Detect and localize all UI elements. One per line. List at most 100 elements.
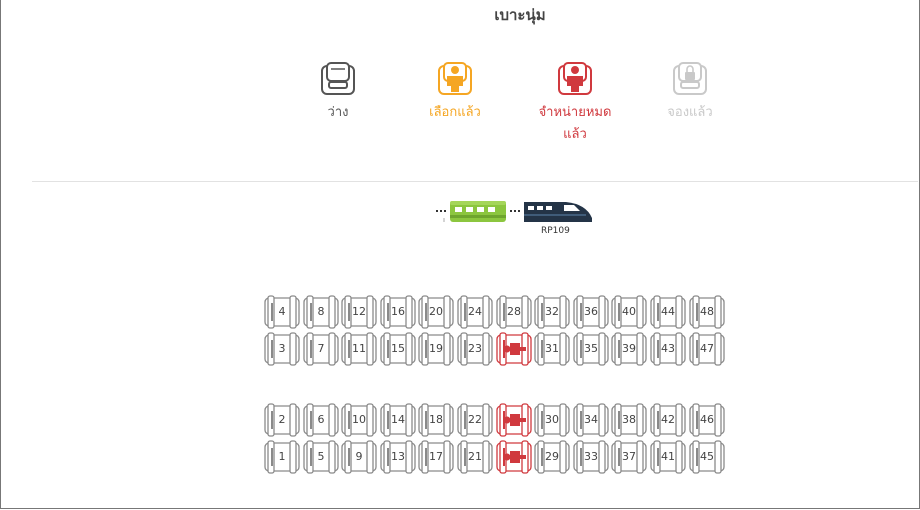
seat-number: 32 xyxy=(545,305,559,318)
seat-sold: 25 xyxy=(496,440,532,474)
seat-number: 20 xyxy=(429,305,443,318)
seat-number: 45 xyxy=(700,450,714,463)
seat-available[interactable]: 7 xyxy=(303,332,339,366)
seat-available[interactable]: 43 xyxy=(650,332,686,366)
legend-item-available: ว่าง xyxy=(298,60,378,124)
seat-available[interactable]: 9 xyxy=(341,440,377,474)
seat-number: 14 xyxy=(391,413,405,426)
seat-available[interactable]: 39 xyxy=(611,332,647,366)
seat-number: 31 xyxy=(545,342,559,355)
seat-available[interactable]: 32 xyxy=(534,295,570,329)
seat-number: 10 xyxy=(352,413,366,426)
seat-number: 43 xyxy=(661,342,675,355)
seat-available[interactable]: 19 xyxy=(418,332,454,366)
seat-available[interactable]: 21 xyxy=(457,440,493,474)
seat-available[interactable]: 36 xyxy=(573,295,609,329)
seat-available[interactable]: 30 xyxy=(534,403,570,437)
seat-selected-icon xyxy=(438,62,472,95)
seat-number: 17 xyxy=(429,450,443,463)
seat-number: 22 xyxy=(468,413,482,426)
seat-available[interactable]: 23 xyxy=(457,332,493,366)
seat-number: 15 xyxy=(391,342,405,355)
seat-number: 40 xyxy=(622,305,636,318)
seat-sold: 26 xyxy=(496,403,532,437)
seat-available[interactable]: 22 xyxy=(457,403,493,437)
coach-title: เบาะนุ่ม xyxy=(494,6,546,24)
seat-number: 12 xyxy=(352,305,366,318)
legend-label: เลือกแล้ว xyxy=(429,105,481,120)
seat-number: 42 xyxy=(661,413,675,426)
seat-number: 2 xyxy=(278,413,286,426)
seat-available[interactable]: 20 xyxy=(418,295,454,329)
seat-available[interactable]: 46 xyxy=(689,403,725,437)
seat-available[interactable]: 2 xyxy=(264,403,300,437)
seat-number: 19 xyxy=(429,342,443,355)
train-icon xyxy=(436,201,592,222)
seat-available[interactable]: 18 xyxy=(418,403,454,437)
seat-available[interactable]: 8 xyxy=(303,295,339,329)
seat-number: 29 xyxy=(545,450,559,463)
seat-available[interactable]: 29 xyxy=(534,440,570,474)
seat-available[interactable]: 15 xyxy=(380,332,416,366)
seat-number: 30 xyxy=(545,413,559,426)
seat-number: 44 xyxy=(661,305,675,318)
train-diagram xyxy=(436,198,596,230)
legend-item-reserved: จองแล้ว xyxy=(650,60,730,124)
seat-available[interactable]: 28 xyxy=(496,295,532,329)
seat-number: 5 xyxy=(317,450,325,463)
seat-available[interactable]: 37 xyxy=(611,440,647,474)
seat-reserved-lock-icon xyxy=(673,62,707,95)
seat-available[interactable]: 11 xyxy=(341,332,377,366)
seat-available[interactable]: 6 xyxy=(303,403,339,437)
seat-number: 8 xyxy=(317,305,325,318)
seat-available-icon xyxy=(321,62,355,95)
seat-sold-icon xyxy=(558,62,592,95)
seat-number: 13 xyxy=(391,450,405,463)
legend-item-sold: จำหน่ายหมดแล้ว xyxy=(530,60,620,146)
seat-available[interactable]: 24 xyxy=(457,295,493,329)
seat-number: 38 xyxy=(622,413,636,426)
seat-available[interactable]: 17 xyxy=(418,440,454,474)
seat-available[interactable]: 33 xyxy=(573,440,609,474)
seat-available[interactable]: 31 xyxy=(534,332,570,366)
seat-available[interactable]: 5 xyxy=(303,440,339,474)
seat-available[interactable]: 38 xyxy=(611,403,647,437)
seat-number: 41 xyxy=(661,450,675,463)
seat-sold-icon xyxy=(496,440,532,474)
seat-available[interactable]: 16 xyxy=(380,295,416,329)
seat-number: 36 xyxy=(584,305,598,318)
seat-available[interactable]: 35 xyxy=(573,332,609,366)
locomotive-icon xyxy=(524,202,592,222)
seat-available[interactable]: 42 xyxy=(650,403,686,437)
seat-sold-icon xyxy=(496,332,532,366)
legend-label: ว่าง xyxy=(327,105,349,120)
seat-available[interactable]: 12 xyxy=(341,295,377,329)
seat-number: 24 xyxy=(468,305,482,318)
seat-available[interactable]: 48 xyxy=(689,295,725,329)
seat-sold-icon xyxy=(496,403,532,437)
seat-number: 28 xyxy=(507,305,521,318)
legend-label: จำหน่ายหมดแล้ว xyxy=(538,105,612,142)
seat-available[interactable]: 3 xyxy=(264,332,300,366)
seat-available[interactable]: 45 xyxy=(689,440,725,474)
seat-number: 21 xyxy=(468,450,482,463)
seat-available[interactable]: 13 xyxy=(380,440,416,474)
seat-available[interactable]: 10 xyxy=(341,403,377,437)
seat-number: 48 xyxy=(700,305,714,318)
seat-available[interactable]: 14 xyxy=(380,403,416,437)
seat-available[interactable]: 47 xyxy=(689,332,725,366)
seat-number: 16 xyxy=(391,305,405,318)
seat-sold: 27 xyxy=(496,332,532,366)
seat-available[interactable]: 4 xyxy=(264,295,300,329)
seat-number: 9 xyxy=(355,450,363,463)
seat-available[interactable]: 1 xyxy=(264,440,300,474)
seat-number: 46 xyxy=(700,413,714,426)
seat-available[interactable]: 41 xyxy=(650,440,686,474)
seat-number: 18 xyxy=(429,413,443,426)
legend-label: จองแล้ว xyxy=(667,105,713,120)
seat-number: 23 xyxy=(468,342,482,355)
seat-number: 47 xyxy=(700,342,714,355)
seat-available[interactable]: 44 xyxy=(650,295,686,329)
seat-available[interactable]: 34 xyxy=(573,403,609,437)
seat-available[interactable]: 40 xyxy=(611,295,647,329)
